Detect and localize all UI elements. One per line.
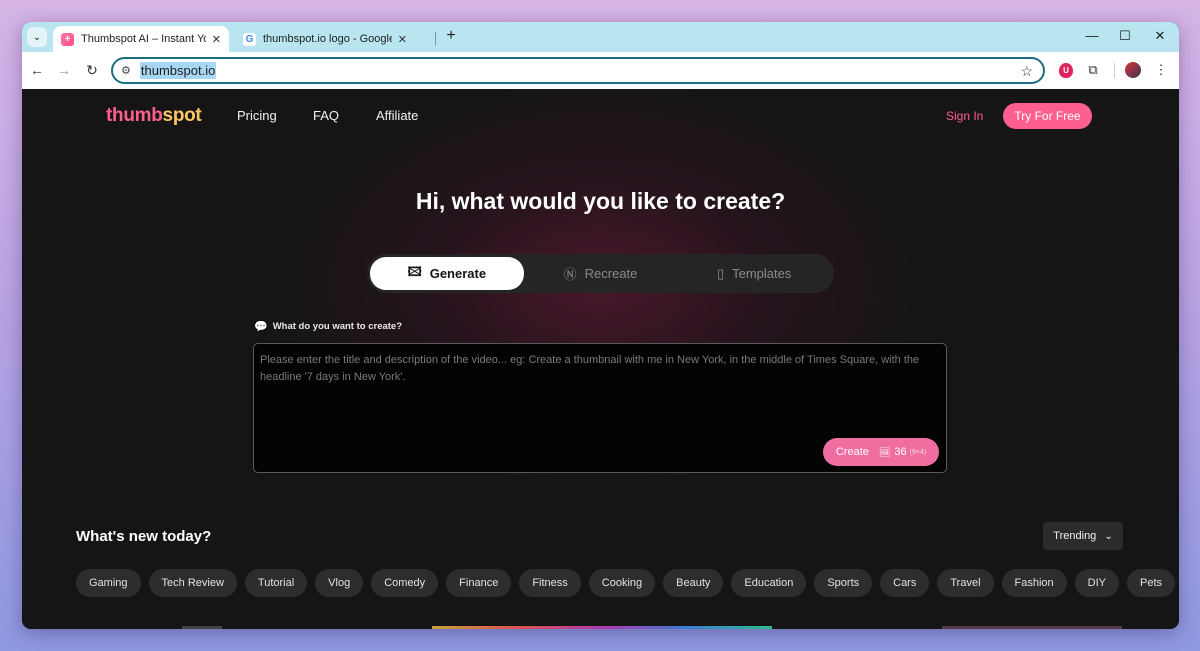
thumbspot-logo[interactable]: thumbspot: [106, 105, 202, 127]
close-icon[interactable]: ✕: [398, 33, 407, 46]
maximize-icon[interactable]: ☐: [1116, 28, 1134, 44]
nav-pricing-link[interactable]: Pricing: [237, 108, 277, 123]
category-chip[interactable]: Sports: [814, 569, 873, 597]
category-chip[interactable]: DIY: [1074, 569, 1119, 597]
more-menu-icon[interactable]: ⋮: [1152, 61, 1170, 79]
category-chips: Gaming Tech Review Tutorial Vlog Comedy …: [76, 569, 1176, 597]
tab-recreate[interactable]: Ⓝ Recreate: [524, 257, 678, 290]
tab-google-search[interactable]: G thumbspot.io logo - Google Se ✕: [235, 26, 415, 52]
hero-title: Hi, what would you like to create?: [415, 188, 786, 214]
image-sparkle-icon: 🖾: [407, 263, 422, 279]
category-chip[interactable]: Comedy: [371, 569, 439, 597]
back-arrow-icon[interactable]: ←: [28, 62, 46, 78]
thumbnail-preview-edge: [942, 626, 1122, 629]
category-chip[interactable]: Fashion: [1001, 569, 1067, 597]
browser-window: ⌄ + Thumbspot AI – Instant YouTube ✕ G t…: [22, 22, 1179, 629]
window-close-icon[interactable]: ✕: [1151, 28, 1169, 44]
tab-generate[interactable]: 🖾 Generate: [370, 257, 524, 290]
chevron-down-icon: ⌄: [1104, 530, 1113, 542]
address-url[interactable]: thumbspot.io: [139, 62, 217, 79]
new-tab-plus-icon[interactable]: +: [442, 27, 460, 45]
tab-title: Thumbspot AI – Instant YouTube: [81, 33, 206, 45]
nav-faq-link[interactable]: FAQ: [313, 108, 339, 123]
extensions-puzzle-icon[interactable]: ⧉: [1084, 61, 1102, 79]
tab-thumbspot[interactable]: + Thumbspot AI – Instant YouTube ✕: [53, 26, 229, 52]
credit-cost: 36: [894, 446, 907, 458]
thumbspot-favicon-icon: +: [61, 32, 74, 46]
address-bar[interactable]: ⚙ thumbspot.io ☆: [111, 57, 1045, 84]
thumbnail-preview-edge: [432, 626, 772, 629]
chat-bubble-icon: 💬: [254, 321, 268, 333]
image-credits-icon: 🖼: [878, 446, 891, 457]
category-chip[interactable]: Finance: [446, 569, 512, 597]
create-button[interactable]: Create 🖼 36 (9×4): [823, 438, 939, 466]
category-chip[interactable]: Beauty: [663, 569, 724, 597]
sort-dropdown[interactable]: Trending ⌄: [1043, 522, 1123, 550]
category-chip[interactable]: Pets: [1127, 569, 1176, 597]
bookmark-star-icon[interactable]: ☆: [1020, 63, 1033, 80]
category-chip[interactable]: Cooking: [588, 569, 656, 597]
tab-divider: [435, 32, 436, 46]
mode-tabs: 🖾 Generate Ⓝ Recreate ▯ Templates: [367, 254, 834, 293]
thumbspot-page: thumbspot Pricing FAQ Affiliate Sign In …: [22, 89, 1179, 629]
prompt-label: 💬 What do you want to create?: [254, 321, 403, 333]
close-icon[interactable]: ✕: [212, 33, 221, 46]
tab-title: thumbspot.io logo - Google Se: [263, 33, 392, 45]
minimize-icon[interactable]: —: [1083, 28, 1101, 43]
category-chip[interactable]: Fitness: [519, 569, 581, 597]
nav-affiliate-link[interactable]: Affiliate: [376, 108, 418, 123]
templates-icon: ▯: [716, 265, 725, 281]
category-chip[interactable]: Tech Review: [148, 569, 237, 597]
try-for-free-button[interactable]: Try For Free: [1003, 103, 1092, 129]
google-favicon-icon: G: [243, 32, 256, 46]
profile-avatar-icon[interactable]: [1125, 62, 1141, 78]
tab-templates[interactable]: ▯ Templates: [677, 257, 831, 290]
sign-in-link[interactable]: Sign In: [946, 109, 983, 123]
toolbar-divider: [1114, 63, 1115, 78]
site-settings-icon[interactable]: ⚙: [121, 64, 131, 77]
thumbnail-preview-edge: [182, 626, 222, 629]
category-chip[interactable]: Tutorial: [244, 569, 308, 597]
forward-arrow-icon[interactable]: →: [55, 62, 73, 78]
reload-icon[interactable]: ↻: [83, 62, 101, 79]
category-chip[interactable]: Travel: [937, 569, 994, 597]
tab-search-chevron-icon[interactable]: ⌄: [27, 27, 47, 47]
category-chip[interactable]: Cars: [880, 569, 930, 597]
credit-cost-breakdown: (9×4): [909, 448, 927, 456]
ublock-shield-icon[interactable]: U: [1059, 63, 1073, 78]
category-chip[interactable]: Gaming: [76, 569, 141, 597]
tab-strip: ⌄ + Thumbspot AI – Instant YouTube ✕ G t…: [22, 22, 1179, 52]
whats-new-heading: What's new today?: [76, 528, 212, 545]
category-chip[interactable]: Education: [731, 569, 807, 597]
recreate-icon: Ⓝ: [563, 267, 577, 282]
category-chip[interactable]: Vlog: [315, 569, 364, 597]
browser-toolbar: ← → ↻ ⚙ thumbspot.io ☆ U ⧉ ⋮: [22, 52, 1179, 89]
